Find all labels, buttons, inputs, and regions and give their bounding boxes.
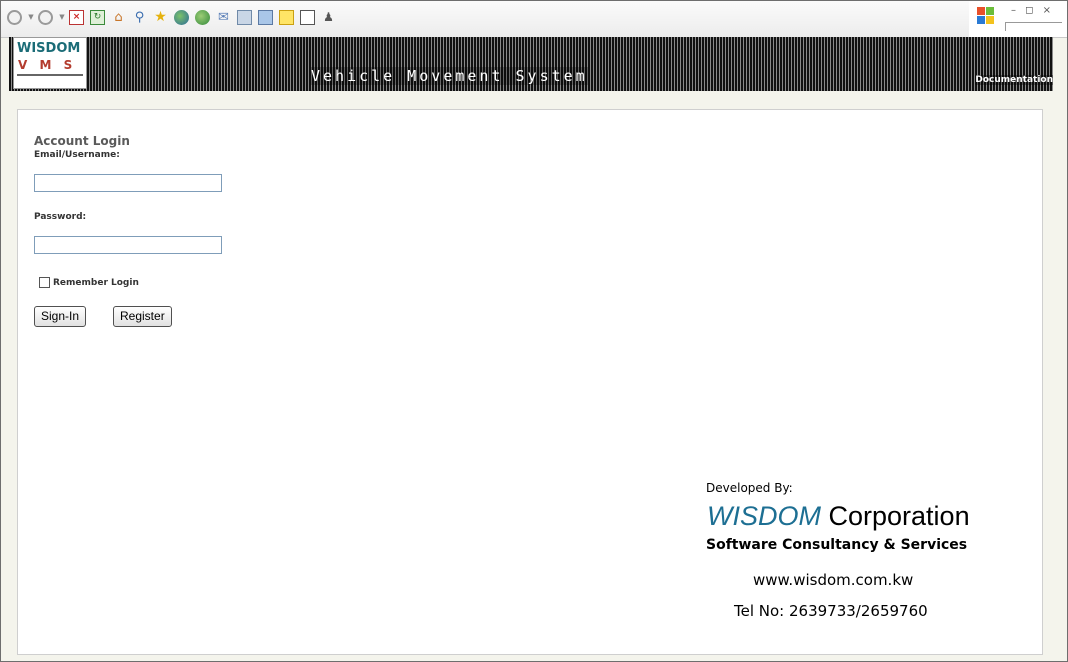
- username-input[interactable]: [34, 174, 222, 192]
- back-dropdown-icon[interactable]: ▼: [28, 10, 34, 25]
- window-controls[interactable]: – ◻ ×: [1011, 5, 1054, 16]
- browser-window: ▼ ▼ × ↻ ⌂ ⚲ ★ ✉ ♟ – ◻ × WISDOM V M S Veh…: [0, 0, 1068, 662]
- logo-bottom-text: V M S: [18, 58, 77, 72]
- stop-icon[interactable]: ×: [69, 10, 84, 25]
- brand-name: WISDOM: [707, 501, 821, 531]
- windows-logo-icon: [977, 7, 995, 25]
- app-title: Vehicle Movement System: [311, 67, 588, 85]
- discuss-icon[interactable]: [279, 10, 294, 25]
- logo-underline: [17, 74, 83, 76]
- username-label: Email/Username:: [34, 150, 120, 160]
- browser-toolbar: ▼ ▼ × ↻ ⌂ ⚲ ★ ✉ ♟ – ◻ ×: [1, 1, 1067, 38]
- media-icon[interactable]: [174, 10, 189, 25]
- app-header: WISDOM V M S Vehicle Movement System Doc…: [9, 37, 1053, 91]
- window-address-field[interactable]: [1005, 22, 1062, 31]
- messenger-icon[interactable]: ♟: [321, 10, 336, 25]
- login-title: Account Login: [34, 134, 130, 148]
- home-icon[interactable]: ⌂: [111, 10, 126, 25]
- register-button[interactable]: Register: [113, 306, 172, 327]
- corporation-name: WISDOM Corporation: [707, 501, 970, 532]
- print-icon[interactable]: [237, 10, 252, 25]
- forward-icon[interactable]: [38, 10, 53, 25]
- mail-icon[interactable]: ✉: [216, 10, 231, 25]
- password-label: Password:: [34, 212, 87, 222]
- remember-login-label[interactable]: Remember Login: [53, 278, 139, 288]
- website-text: www.wisdom.com.kw: [753, 571, 914, 589]
- forward-dropdown-icon[interactable]: ▼: [59, 10, 65, 25]
- history-icon[interactable]: [195, 10, 210, 25]
- logo-top-text: WISDOM: [17, 41, 81, 56]
- documentation-link[interactable]: Documentation: [975, 75, 1053, 85]
- telephone-text: Tel No: 2639733/2659760: [734, 602, 928, 620]
- search-icon[interactable]: ⚲: [132, 10, 147, 25]
- corporation-tagline: Software Consultancy & Services: [706, 537, 968, 553]
- sign-in-button[interactable]: Sign-In: [34, 306, 87, 327]
- window-controls-area: – ◻ ×: [969, 1, 1067, 37]
- corporation-word: Corporation: [821, 501, 970, 531]
- favorites-icon[interactable]: ★: [153, 10, 168, 25]
- remember-login-checkbox[interactable]: [39, 277, 50, 288]
- wisdom-vms-logo[interactable]: WISDOM V M S: [13, 37, 87, 89]
- main-content: Account Login Email/Username: Password: …: [17, 109, 1043, 655]
- research-icon[interactable]: [300, 10, 315, 25]
- developed-by-label: Developed By:: [706, 481, 793, 495]
- password-input[interactable]: [34, 236, 222, 254]
- refresh-icon[interactable]: ↻: [90, 10, 105, 25]
- back-icon[interactable]: [7, 10, 22, 25]
- edit-icon[interactable]: [258, 10, 273, 25]
